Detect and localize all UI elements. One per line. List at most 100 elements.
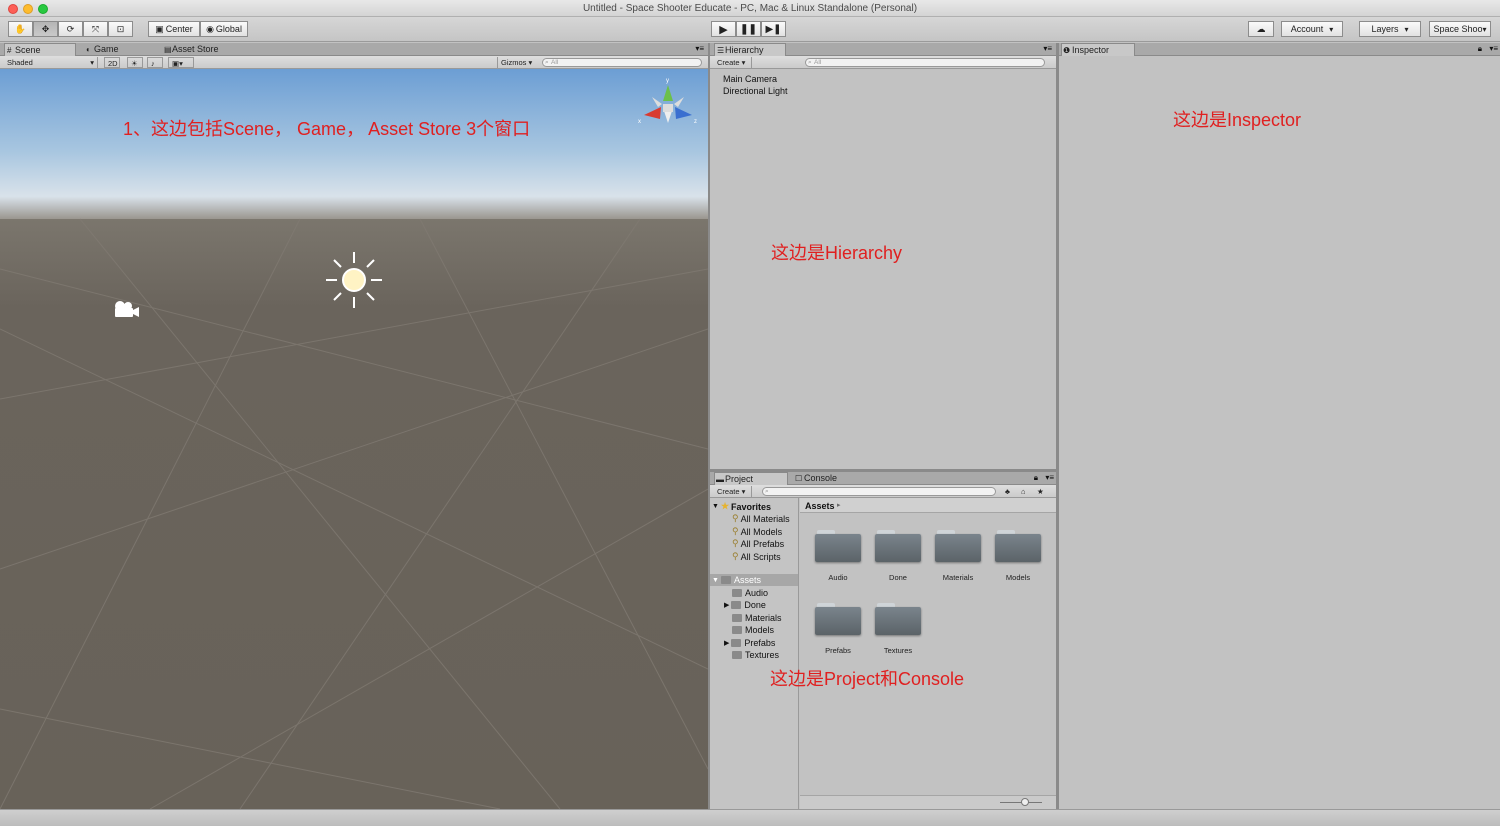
- tab-asset-store[interactable]: ▤ Asset Store: [162, 43, 252, 56]
- mode-2d-toggle[interactable]: 2D: [104, 57, 120, 68]
- scene-search-placeholder: All: [551, 59, 559, 66]
- search-by-label-button[interactable]: ⌂: [1018, 486, 1032, 497]
- layout-dropdown[interactable]: Space Shoo ▾: [1429, 21, 1491, 37]
- grid-folder-prefabs[interactable]: [815, 601, 861, 635]
- folder-icon: [732, 651, 742, 659]
- scene-effects-dropdown[interactable]: ▣▾: [168, 57, 194, 68]
- scene-lighting-toggle[interactable]: ☀: [127, 57, 143, 68]
- pause-button[interactable]: ❚❚: [736, 21, 761, 37]
- favorite-item[interactable]: ⚲ All Scripts: [732, 551, 781, 562]
- pacman-icon: ◐: [86, 45, 91, 54]
- move-tool-button[interactable]: ✥: [33, 21, 58, 37]
- lock-icon[interactable]: 🔒︎: [1478, 44, 1482, 54]
- grid-folder-audio[interactable]: [815, 528, 861, 562]
- project-search-input[interactable]: ⌕: [762, 487, 996, 496]
- scene-sky-and-grid: [0, 69, 708, 809]
- hierarchy-tabstrip: ☰ Hierarchy ▾≡: [710, 43, 1056, 56]
- tab-game[interactable]: ◐ Game: [84, 43, 154, 56]
- pause-icon: ❚❚: [740, 23, 757, 35]
- asset-folder-done[interactable]: ▶ Done: [724, 600, 766, 610]
- asset-folder-prefabs[interactable]: ▶ Prefabs: [724, 638, 775, 648]
- panel-menu-icon[interactable]: ▾≡: [1043, 44, 1052, 53]
- account-dropdown[interactable]: Account: [1281, 21, 1343, 37]
- collab-cloud-button[interactable]: ☁: [1248, 21, 1274, 37]
- rotate-icon: ⟳: [66, 23, 75, 34]
- expand-arrow-icon: ▼: [712, 576, 719, 584]
- search-by-type-button[interactable]: ♣: [1002, 486, 1016, 497]
- shading-mode-dropdown[interactable]: Shaded ▾: [4, 57, 98, 68]
- lock-icon[interactable]: 🔒︎: [1034, 473, 1038, 483]
- search-icon: ⌕: [808, 59, 812, 66]
- tab-console-label: Console: [804, 473, 838, 483]
- favorites-node[interactable]: ▼ ★ Favorites: [712, 501, 771, 512]
- breadcrumb-assets[interactable]: Assets: [805, 501, 835, 511]
- grid-folder-materials[interactable]: [935, 528, 981, 562]
- panel-menu-icon[interactable]: ▾≡: [695, 44, 704, 53]
- favorite-item[interactable]: ⚲ All Prefabs: [732, 538, 784, 549]
- pivot-icon: ▣: [155, 23, 164, 34]
- hierarchy-item-label: Directional Light: [723, 86, 788, 96]
- asset-folder-materials[interactable]: Materials: [732, 613, 782, 623]
- scene-orientation-gizmo[interactable]: y x z: [636, 75, 700, 139]
- scene-viewport[interactable]: y x z 1、这边包括Scene， Game， Asset Store 3个窗…: [0, 69, 708, 809]
- save-search-button[interactable]: ★: [1034, 486, 1048, 497]
- assets-node-selected[interactable]: ▼ Assets: [710, 574, 798, 586]
- expand-arrow-icon: ▼: [712, 503, 719, 510]
- folder-icon: [720, 576, 731, 584]
- pivot-center-button[interactable]: ▣ Center: [148, 21, 200, 37]
- scene-audio-toggle[interactable]: ♪: [147, 57, 163, 68]
- scene-search-input[interactable]: ⌕ All: [542, 58, 702, 67]
- space-global-button[interactable]: ◉ Global: [200, 21, 248, 37]
- collapse-arrow-icon: ▶: [724, 602, 730, 609]
- asset-folder-audio[interactable]: Audio: [732, 588, 768, 598]
- status-bar: [0, 809, 1500, 826]
- tab-hierarchy[interactable]: ☰ Hierarchy: [714, 43, 786, 56]
- hierarchy-create-dropdown[interactable]: Create ▾: [714, 57, 752, 68]
- grid-folder-done[interactable]: [875, 528, 921, 562]
- asset-folder-textures[interactable]: Textures: [732, 650, 779, 660]
- tab-console[interactable]: ☐ Console: [794, 472, 864, 485]
- icon-size-slider[interactable]: [1021, 798, 1029, 806]
- hand-tool-button[interactable]: ✋: [8, 21, 33, 37]
- saved-search-icon: ⚲: [732, 538, 739, 548]
- directional-light-icon[interactable]: [324, 250, 384, 310]
- star-icon: ★: [1037, 487, 1044, 496]
- project-control-bar: Create ▾ ⌕ ♣ ⌂ ★: [710, 485, 1056, 498]
- mode-2d-label: 2D: [108, 59, 118, 68]
- move-icon: ✥: [41, 23, 50, 34]
- rect-tool-button[interactable]: ⊡: [108, 21, 133, 37]
- tab-inspector[interactable]: ❶ Inspector: [1061, 43, 1135, 56]
- panel-menu-icon[interactable]: ▾≡: [1489, 44, 1498, 53]
- folder-icon: [732, 626, 742, 634]
- favorite-item[interactable]: ⚲ All Models: [732, 526, 782, 537]
- space-label: Global: [215, 24, 242, 34]
- gizmos-label: Gizmos: [501, 58, 527, 67]
- panel-menu-icon[interactable]: ▾≡: [1045, 473, 1054, 482]
- grid-folder-textures[interactable]: [875, 601, 921, 635]
- hierarchy-search-input[interactable]: ⌕ All: [805, 58, 1045, 67]
- tab-project[interactable]: ▬ Project: [714, 472, 788, 485]
- scene-control-bar: Shaded ▾ 2D ☀ ♪ ▣▾ Gizmos ▾ ⌕ All: [0, 56, 708, 69]
- folder-label: Models: [745, 625, 775, 635]
- folder-icon: [732, 589, 742, 597]
- console-icon: ☐: [795, 474, 803, 483]
- tab-scene[interactable]: # Scene: [4, 43, 76, 56]
- rotate-tool-button[interactable]: ⟳: [58, 21, 83, 37]
- tab-hierarchy-label: Hierarchy: [725, 45, 764, 55]
- grid-folder-models[interactable]: [995, 528, 1041, 562]
- scale-tool-button[interactable]: ⤧: [83, 21, 108, 37]
- saved-search-icon: ⚲: [732, 551, 739, 561]
- project-create-dropdown[interactable]: Create ▾: [714, 486, 752, 497]
- asset-folder-models[interactable]: Models: [732, 625, 774, 635]
- gizmos-dropdown[interactable]: Gizmos ▾: [497, 57, 537, 68]
- layers-dropdown[interactable]: Layers: [1359, 21, 1421, 37]
- camera-icon[interactable]: [111, 298, 141, 320]
- folder-icon: [731, 639, 742, 647]
- favorite-item[interactable]: ⚲ All Materials: [732, 513, 790, 524]
- hierarchy-item-main-camera[interactable]: Main Camera: [723, 74, 777, 84]
- grid-folder-label: Audio: [828, 573, 848, 582]
- play-button[interactable]: ▶: [711, 21, 736, 37]
- inspector-tabstrip: ❶ Inspector 🔒︎ ▾≡: [1059, 43, 1500, 56]
- step-button[interactable]: ▶❚: [761, 21, 786, 37]
- hierarchy-item-directional-light[interactable]: Directional Light: [723, 86, 788, 96]
